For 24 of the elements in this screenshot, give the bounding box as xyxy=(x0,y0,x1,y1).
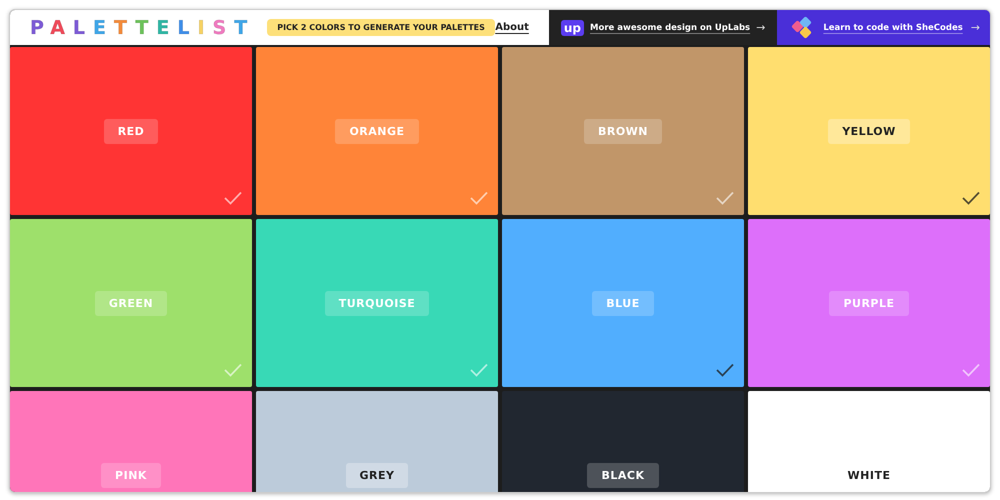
color-label: GREY xyxy=(346,462,408,488)
shecodes-banner[interactable]: Learn to code with SheCodes → xyxy=(777,10,990,45)
color-label: ORANGE xyxy=(335,118,419,144)
shecodes-link[interactable]: Learn to code with SheCodes xyxy=(823,22,963,32)
color-label: GREEN xyxy=(94,290,168,316)
color-label: RED xyxy=(104,118,158,144)
color-label: BLUE xyxy=(592,290,654,316)
color-label: PURPLE xyxy=(829,290,909,316)
about-link[interactable]: About xyxy=(495,22,529,33)
color-swatch[interactable]: YELLOW xyxy=(748,47,990,215)
color-swatch[interactable]: GREY xyxy=(256,391,498,492)
uplabs-banner[interactable]: up More awesome design on UpLabs → xyxy=(548,10,778,45)
color-label: BLACK xyxy=(587,462,658,488)
uplabs-link[interactable]: More awesome design on UpLabs xyxy=(590,22,750,32)
color-swatch[interactable]: WHITE xyxy=(748,391,990,492)
arrow-icon: → xyxy=(756,21,766,34)
arrow-icon: → xyxy=(970,21,980,34)
color-label: YELLOW xyxy=(828,118,910,144)
color-label: BROWN xyxy=(584,118,662,144)
hint-badge: PICK 2 COLORS TO GENERATE YOUR PALETTES xyxy=(267,19,495,36)
color-label: PINK xyxy=(101,462,161,488)
uplabs-logo: up xyxy=(560,20,584,36)
color-label: TURQUOISE xyxy=(324,290,430,316)
color-swatch[interactable]: BLACK xyxy=(502,391,744,492)
